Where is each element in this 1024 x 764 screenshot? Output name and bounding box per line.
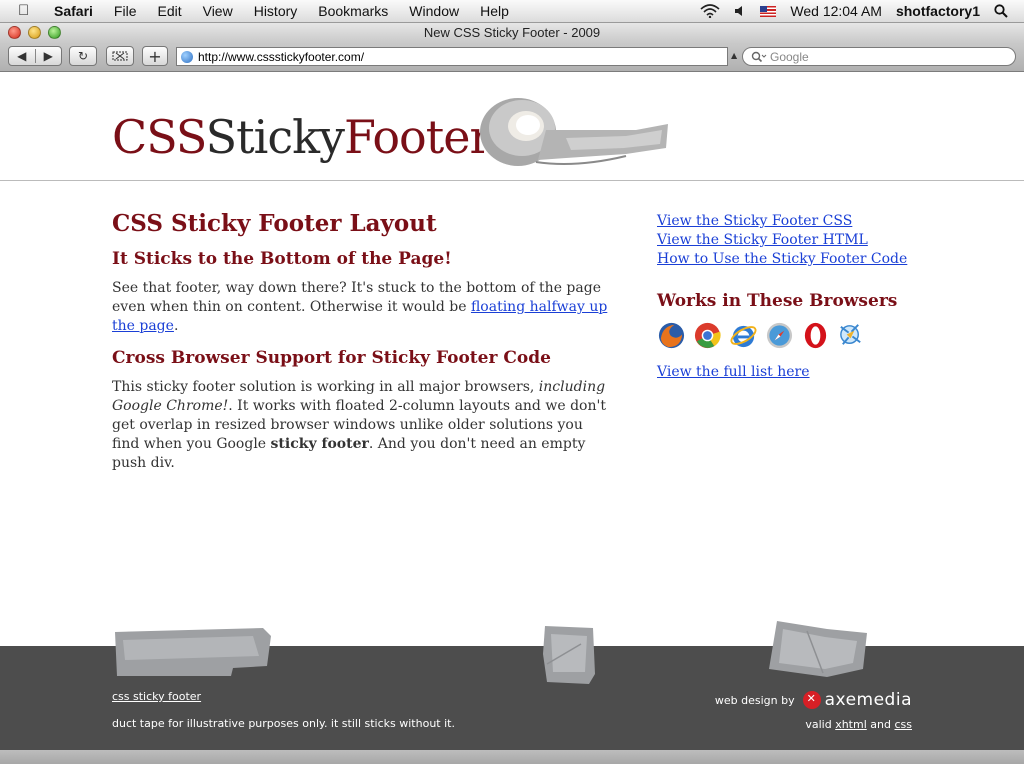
search-field[interactable]: Google bbox=[742, 47, 1016, 66]
how-to-use-link[interactable]: How to Use the Sticky Footer Code bbox=[657, 250, 957, 269]
axemedia-logo[interactable]: axemedia bbox=[802, 690, 912, 710]
snapback-button[interactable] bbox=[106, 46, 134, 66]
firefox-icon bbox=[658, 322, 685, 349]
user-menu[interactable]: shotfactory1 bbox=[896, 3, 980, 19]
reload-button[interactable]: ↻ bbox=[69, 46, 97, 66]
spotlight-icon[interactable] bbox=[994, 4, 1008, 18]
menu-bar:  Safari File Edit View History Bookmark… bbox=[0, 0, 1024, 23]
back-forward-group: ◀ ▶ bbox=[8, 46, 62, 66]
window-title: New CSS Sticky Footer - 2009 bbox=[423, 25, 601, 40]
valid-label: valid bbox=[805, 718, 836, 731]
web-design-label: web design by bbox=[714, 693, 795, 707]
web-design-credit: web design by axemedia bbox=[715, 690, 912, 710]
duct-tape-strip-left bbox=[115, 628, 271, 676]
paragraph-sticks-end: . bbox=[173, 318, 179, 334]
logo-css: CSS bbox=[112, 110, 207, 164]
window-titlebar: New CSS Sticky Footer - 2009 bbox=[0, 23, 1024, 43]
search-icon bbox=[751, 51, 767, 62]
section-heading-cross-browser: Cross Browser Support for Sticky Footer … bbox=[112, 348, 551, 368]
menu-bookmarks[interactable]: Bookmarks bbox=[318, 3, 388, 19]
menu-history[interactable]: History bbox=[254, 3, 298, 19]
section-heading-sticks: It Sticks to the Bottom of the Page! bbox=[112, 249, 452, 269]
menu-window[interactable]: Window bbox=[409, 3, 459, 19]
scissors-icon bbox=[112, 51, 128, 61]
address-bar[interactable]: http://www.cssstickyfooter.com/ bbox=[176, 47, 728, 66]
valid-and-label: and bbox=[866, 718, 895, 731]
footer-note: duct tape for illustrative purposes only… bbox=[112, 717, 455, 730]
menu-safari[interactable]: Safari bbox=[54, 3, 93, 19]
opera-icon bbox=[804, 322, 827, 349]
logo-footer: Footer bbox=[343, 110, 491, 164]
add-bookmark-button[interactable]: + bbox=[142, 46, 168, 66]
menu-extras: Wed 12:04 AM shotfactory1 bbox=[700, 3, 1008, 19]
page-title: CSS Sticky Footer Layout bbox=[112, 210, 437, 237]
full-list-link[interactable]: View the full list here bbox=[657, 364, 810, 380]
paragraph-sticks: See that footer, way down there? It's st… bbox=[112, 279, 612, 336]
web-page: CSSStickyFooter CSS Sticky Footer Layout… bbox=[0, 72, 1024, 764]
browsers-heading: Works in These Browsers bbox=[657, 291, 898, 311]
view-css-link[interactable]: View the Sticky Footer CSS bbox=[657, 212, 957, 231]
duct-tape-roll-image bbox=[480, 98, 668, 166]
logo-sticky: Sticky bbox=[205, 110, 345, 164]
volume-icon[interactable] bbox=[734, 5, 746, 17]
axemedia-logo-text: axemedia bbox=[824, 690, 912, 710]
paragraph-cross-browser-a: This sticky footer solution is working i… bbox=[112, 379, 539, 395]
xhtml-link[interactable]: xhtml bbox=[835, 718, 867, 731]
css-link[interactable]: css bbox=[894, 718, 912, 731]
axemedia-mark-icon bbox=[802, 691, 821, 709]
internet-explorer-icon bbox=[730, 325, 757, 348]
site-footer: css sticky footer duct tape for illustra… bbox=[0, 621, 1024, 750]
sidebar-links: View the Sticky Footer CSS View the Stic… bbox=[657, 212, 957, 269]
globe-icon bbox=[181, 50, 193, 63]
konqueror-icon bbox=[840, 324, 861, 345]
paragraph-cross-browser: This sticky footer solution is working i… bbox=[112, 378, 612, 473]
split-handle-icon[interactable]: ▲ bbox=[731, 51, 737, 60]
validation-links: valid xhtml and css bbox=[805, 718, 912, 731]
search-placeholder: Google bbox=[770, 49, 809, 64]
safari-icon bbox=[766, 322, 793, 349]
clock[interactable]: Wed 12:04 AM bbox=[790, 3, 882, 19]
sidebar: View the Sticky Footer CSS View the Stic… bbox=[657, 212, 957, 380]
css-sticky-footer-link[interactable]: css sticky footer bbox=[112, 690, 201, 703]
duct-tape-piece-right bbox=[769, 621, 867, 677]
forward-button[interactable]: ▶ bbox=[36, 49, 62, 63]
browser-toolbar: ◀ ▶ ↻ + http://www.cssstickyfooter.com/ … bbox=[0, 43, 1024, 72]
main-content: CSS Sticky Footer Layout It Sticks to th… bbox=[112, 210, 612, 485]
apple-menu-icon[interactable]:  bbox=[18, 2, 29, 19]
address-text: http://www.cssstickyfooter.com/ bbox=[198, 49, 365, 64]
menu-edit[interactable]: Edit bbox=[157, 3, 181, 19]
site-header: CSSStickyFooter bbox=[0, 72, 1024, 181]
chrome-icon bbox=[694, 322, 721, 349]
menu-help[interactable]: Help bbox=[480, 3, 509, 19]
wifi-icon[interactable] bbox=[700, 4, 720, 18]
back-button[interactable]: ◀ bbox=[9, 49, 36, 63]
browser-icons bbox=[657, 321, 957, 350]
view-html-link[interactable]: View the Sticky Footer HTML bbox=[657, 231, 957, 250]
flag-icon[interactable] bbox=[760, 5, 777, 17]
paragraph-cross-browser-strong: sticky footer bbox=[270, 436, 369, 452]
window-bottom-edge bbox=[0, 750, 1024, 764]
site-logo[interactable]: CSSStickyFooter bbox=[112, 110, 491, 164]
menu-file[interactable]: File bbox=[114, 3, 137, 19]
menu-view[interactable]: View bbox=[203, 3, 233, 19]
duct-tape-piece-middle bbox=[543, 626, 595, 684]
menu-items: Safari File Edit View History Bookmarks … bbox=[54, 3, 530, 19]
